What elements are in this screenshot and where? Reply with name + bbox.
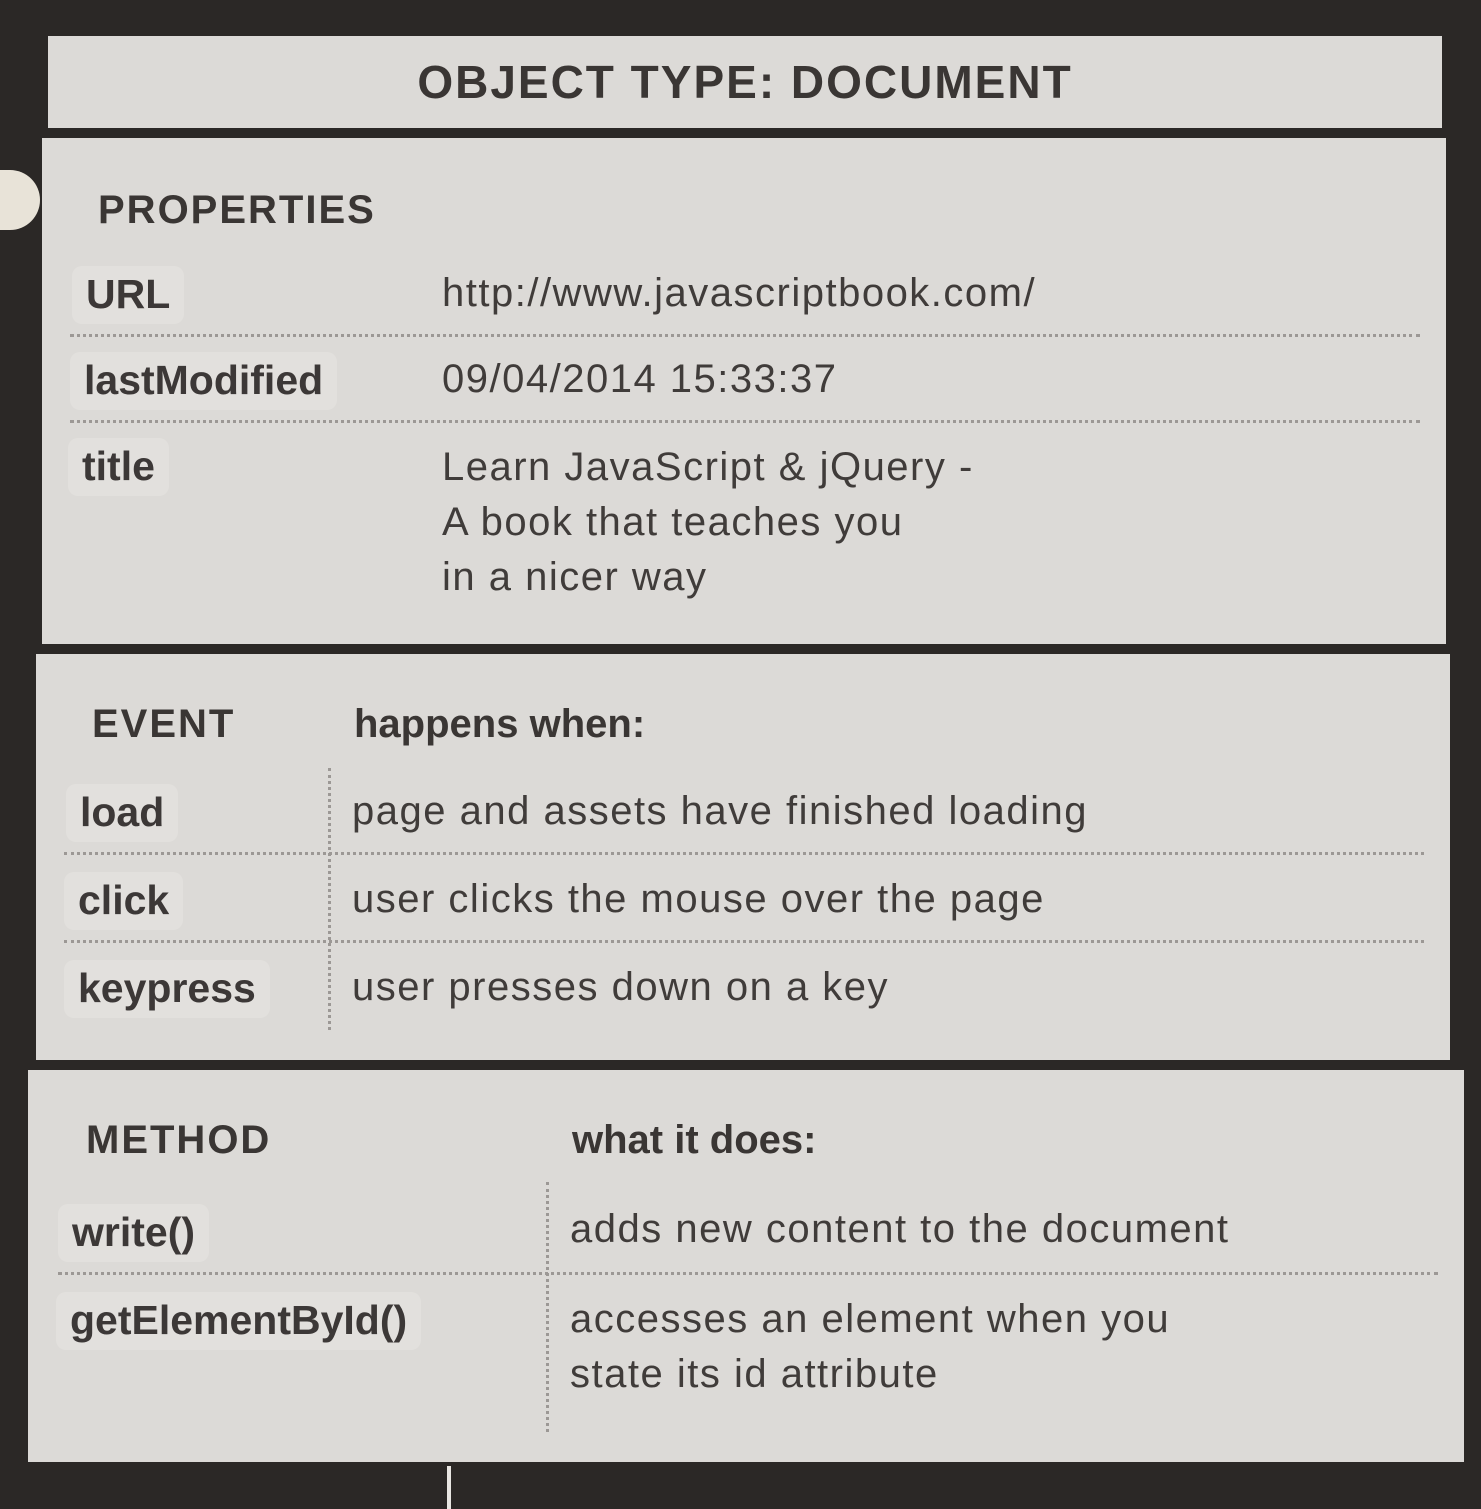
- property-value-lastmodified: 09/04/2014 15:33:37: [442, 357, 838, 401]
- property-key-url: URL: [72, 266, 185, 324]
- properties-heading: PROPERTIES: [98, 188, 376, 232]
- method-key-getelementbyid: getElementById(): [56, 1292, 422, 1350]
- background-marker: [447, 1466, 451, 1509]
- event-key-keypress: keypress: [64, 960, 270, 1018]
- event-key-load: load: [66, 784, 179, 842]
- method-value-getelementbyid: accesses an element when you state its i…: [570, 1297, 1171, 1396]
- event-key-click: click: [64, 872, 184, 930]
- methods-heading: METHOD: [86, 1118, 272, 1162]
- column-divider: [328, 768, 331, 1030]
- row-divider: [64, 852, 1424, 855]
- event-value-load: page and assets have finished loading: [352, 789, 1089, 833]
- properties-panel: PROPERTIES URL http://www.javascriptbook…: [42, 138, 1446, 644]
- event-value-keypress: user presses down on a key: [352, 965, 890, 1009]
- methods-column-heading: what it does:: [572, 1118, 817, 1162]
- row-divider: [70, 334, 1420, 337]
- row-divider: [70, 420, 1420, 423]
- row-divider: [58, 1272, 1438, 1275]
- method-value-write: adds new content to the document: [570, 1207, 1230, 1251]
- row-divider: [64, 940, 1424, 943]
- page-title: OBJECT TYPE: DOCUMENT: [417, 56, 1073, 108]
- methods-panel: METHOD what it does: write() adds new co…: [28, 1070, 1464, 1462]
- property-key-title: title: [68, 438, 169, 496]
- events-panel: EVENT happens when: load page and assets…: [36, 654, 1450, 1060]
- column-divider: [546, 1182, 549, 1432]
- background-bottom: [0, 1462, 1481, 1509]
- header-panel: OBJECT TYPE: DOCUMENT: [48, 36, 1442, 128]
- property-value-url: http://www.javascriptbook.com/: [442, 271, 1037, 315]
- background-card-edge: [0, 170, 40, 230]
- events-heading: EVENT: [92, 702, 236, 746]
- property-value-title: Learn JavaScript & jQuery - A book that …: [442, 445, 974, 599]
- event-value-click: user clicks the mouse over the page: [352, 877, 1045, 921]
- events-column-heading: happens when:: [354, 702, 646, 746]
- property-key-lastmodified: lastModified: [70, 352, 338, 410]
- method-key-write: write(): [58, 1204, 209, 1262]
